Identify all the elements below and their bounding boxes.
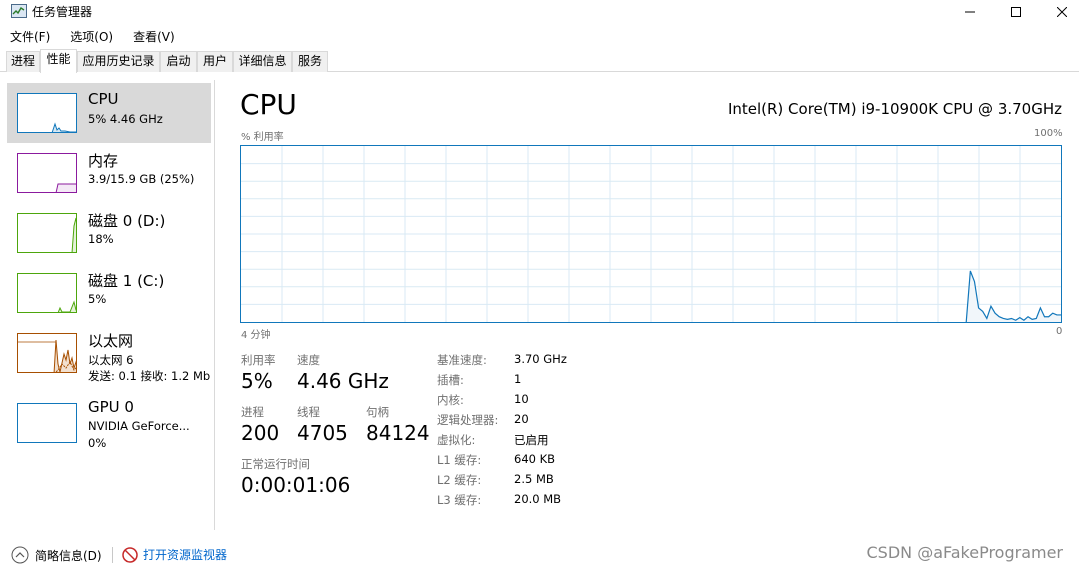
less-details-label: 简略信息(D) bbox=[35, 548, 102, 563]
spec-label: L1 缓存: bbox=[437, 453, 482, 467]
graph-y-label: % 利用率 bbox=[241, 132, 284, 143]
speed-label: 速度 bbox=[297, 353, 320, 367]
title-bar: 任务管理器 bbox=[0, 0, 1079, 24]
cpu-usage-area bbox=[966, 270, 1061, 322]
sidebar-item-usage: 0% bbox=[88, 436, 107, 450]
processes-label: 进程 bbox=[241, 405, 264, 419]
less-details-button[interactable]: 简略信息(D) bbox=[11, 546, 102, 564]
graph-y-max-label: 100% bbox=[1034, 128, 1063, 139]
spec-label: L3 缓存: bbox=[437, 493, 482, 507]
spec-label: 基准速度: bbox=[437, 353, 487, 367]
sidebar-item-subtitle: NVIDIA GeForce... bbox=[88, 419, 190, 433]
resource-list: CPU 5% 4.46 GHz 内存 3.9/15.9 GB (25%) 磁盘 … bbox=[4, 80, 215, 530]
processes-value: 200 bbox=[241, 421, 280, 445]
tab-processes[interactable]: 进程 bbox=[6, 51, 40, 72]
graph-time-span: 4 分钟 bbox=[241, 330, 271, 341]
threads-value: 4705 bbox=[297, 421, 348, 445]
handles-value: 84124 bbox=[366, 421, 430, 445]
sidebar-item-title: GPU 0 bbox=[88, 398, 134, 416]
menu-options[interactable]: 选项(O) bbox=[60, 26, 123, 46]
spec-label: 插槽: bbox=[437, 373, 464, 387]
menu-file[interactable]: 文件(F) bbox=[0, 26, 60, 46]
sidebar-item-title: 内存 bbox=[88, 152, 119, 170]
resource-monitor-icon bbox=[122, 546, 138, 563]
close-icon bbox=[1057, 7, 1067, 17]
tab-details[interactable]: 详细信息 bbox=[233, 51, 292, 72]
footer-separator bbox=[112, 547, 113, 563]
sidebar-item-network-rate: 发送: 0.1 接收: 1.2 Mb bbox=[88, 369, 211, 383]
spec-label: 逻辑处理器: bbox=[437, 413, 499, 427]
maximize-button[interactable] bbox=[993, 0, 1039, 24]
uptime-label: 正常运行时间 bbox=[241, 457, 310, 471]
sidebar-item-title: CPU bbox=[88, 90, 119, 108]
sidebar-item-subtitle: 18% bbox=[88, 232, 114, 246]
graph-time-end: 0 bbox=[1056, 326, 1063, 337]
disk-1-thumbnail bbox=[17, 273, 77, 313]
spec-label: 虚拟化: bbox=[437, 433, 476, 447]
resource-item-disk-0[interactable]: 磁盘 0 (D:) 18% bbox=[7, 203, 211, 263]
sidebar-item-title: 磁盘 0 (D:) bbox=[88, 212, 166, 230]
spec-label: 内核: bbox=[437, 393, 464, 407]
minimize-icon bbox=[965, 11, 975, 13]
cpu-utilization-graph bbox=[240, 145, 1062, 323]
utilization-value: 5% bbox=[241, 369, 273, 393]
disk-0-thumbnail bbox=[17, 213, 77, 253]
sidebar-item-subtitle: 以太网 6 bbox=[88, 353, 134, 367]
menu-bar: 文件(F) 选项(O) 查看(V) bbox=[0, 26, 185, 46]
spec-value: 20 bbox=[514, 412, 529, 426]
menu-view[interactable]: 查看(V) bbox=[123, 26, 185, 46]
tab-bar: 进程 性能 应用历史记录 启动 用户 详细信息 服务 bbox=[0, 49, 1079, 73]
sidebar-item-title: 磁盘 1 (C:) bbox=[88, 272, 165, 290]
cpu-graph-svg bbox=[241, 146, 1061, 323]
ethernet-thumbnail bbox=[17, 333, 77, 373]
resource-item-memory[interactable]: 内存 3.9/15.9 GB (25%) bbox=[7, 143, 211, 203]
spec-value: 2.5 MB bbox=[514, 472, 554, 486]
memory-thumbnail bbox=[17, 153, 77, 193]
handles-label: 句柄 bbox=[366, 405, 389, 419]
page-title: CPU bbox=[240, 88, 297, 121]
sidebar-item-subtitle: 5% 4.46 GHz bbox=[88, 112, 163, 126]
close-button[interactable] bbox=[1039, 0, 1079, 24]
tab-users[interactable]: 用户 bbox=[197, 51, 233, 72]
uptime-value: 0:00:01:06 bbox=[241, 473, 351, 497]
window-title: 任务管理器 bbox=[32, 5, 93, 19]
resource-item-gpu-0[interactable]: GPU 0 NVIDIA GeForce... 0% bbox=[7, 393, 211, 453]
spec-value: 20.0 MB bbox=[514, 492, 562, 506]
tab-services[interactable]: 服务 bbox=[292, 51, 328, 72]
cpu-thumbnail bbox=[17, 93, 77, 133]
threads-label: 线程 bbox=[297, 405, 320, 419]
utilization-label: 利用率 bbox=[241, 353, 276, 367]
spec-label: L2 缓存: bbox=[437, 473, 482, 487]
watermark: CSDN @aFakeProgramer bbox=[866, 543, 1063, 562]
open-resource-monitor-link[interactable]: 打开资源监视器 bbox=[122, 546, 227, 563]
speed-value: 4.46 GHz bbox=[297, 369, 389, 393]
spec-value: 1 bbox=[514, 372, 522, 386]
spec-value: 已启用 bbox=[514, 433, 549, 447]
gpu-0-thumbnail bbox=[17, 403, 77, 443]
task-manager-icon bbox=[11, 4, 27, 18]
maximize-icon bbox=[1011, 7, 1021, 17]
minimize-button[interactable] bbox=[947, 0, 993, 24]
cpu-model: Intel(R) Core(TM) i9-10900K CPU @ 3.70GH… bbox=[727, 100, 1062, 118]
sidebar-item-subtitle: 3.9/15.9 GB (25%) bbox=[88, 172, 195, 186]
sidebar-item-title: 以太网 bbox=[88, 332, 134, 350]
spec-value: 10 bbox=[514, 392, 529, 406]
resource-item-disk-1[interactable]: 磁盘 1 (C:) 5% bbox=[7, 263, 211, 323]
tab-startup[interactable]: 启动 bbox=[160, 51, 197, 72]
chevron-up-icon bbox=[11, 546, 29, 564]
resource-item-ethernet[interactable]: 以太网 以太网 6 发送: 0.1 接收: 1.2 Mb bbox=[7, 323, 211, 383]
tab-app-history[interactable]: 应用历史记录 bbox=[77, 51, 160, 72]
spec-value: 640 KB bbox=[514, 452, 556, 466]
spec-value: 3.70 GHz bbox=[514, 352, 567, 366]
resource-item-cpu[interactable]: CPU 5% 4.46 GHz bbox=[7, 83, 211, 143]
open-resource-monitor-label: 打开资源监视器 bbox=[143, 548, 228, 562]
tab-performance[interactable]: 性能 bbox=[40, 49, 77, 73]
sidebar-item-subtitle: 5% bbox=[88, 292, 107, 306]
